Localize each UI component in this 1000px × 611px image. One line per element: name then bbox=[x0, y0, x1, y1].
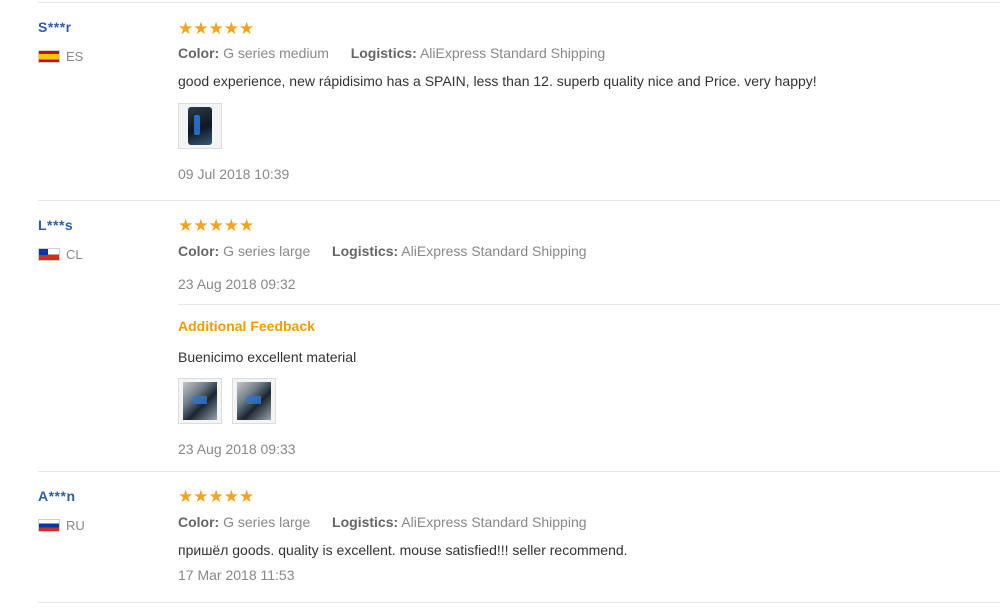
reviewer-name[interactable]: A***n bbox=[38, 488, 76, 504]
color-label: Color: bbox=[178, 45, 220, 61]
flag-cl-icon bbox=[38, 248, 60, 261]
review-text: пришёл goods. quality is excellent. mous… bbox=[178, 542, 628, 558]
product-image-icon bbox=[237, 382, 271, 420]
phone-image-icon bbox=[188, 107, 212, 145]
feedback-divider bbox=[178, 304, 1000, 305]
reviewer-country: ES bbox=[38, 49, 83, 64]
review-divider bbox=[38, 471, 1000, 472]
color-value: G series medium bbox=[223, 45, 329, 61]
review-divider bbox=[38, 200, 1000, 201]
country-code: ES bbox=[66, 49, 84, 64]
logistics-value: AliExpress Standard Shipping bbox=[401, 243, 587, 259]
review-photo-thumbnail[interactable] bbox=[178, 378, 222, 424]
review-date: 17 Mar 2018 11:53 bbox=[178, 567, 295, 583]
logistics-value: AliExpress Standard Shipping bbox=[401, 514, 587, 530]
reviewer-country: CL bbox=[38, 247, 83, 262]
logistics-label: Logistics: bbox=[350, 45, 417, 61]
reviewer-country: RU bbox=[38, 518, 85, 533]
review-date: 09 Jul 2018 10:39 bbox=[178, 166, 290, 182]
additional-feedback-date: 23 Aug 2018 09:33 bbox=[178, 441, 296, 457]
additional-feedback-text: Buenicimo excellent material bbox=[178, 349, 357, 365]
reviewer-name[interactable]: L***s bbox=[38, 217, 73, 233]
logistics-label: Logistics: bbox=[332, 243, 399, 259]
star-rating: ★★★★★ bbox=[178, 19, 255, 38]
reviewer-name[interactable]: S***r bbox=[38, 19, 72, 35]
review-meta: Color: G series medium Logistics: AliExp… bbox=[178, 45, 605, 61]
review-photo-thumbnail[interactable] bbox=[178, 103, 222, 149]
color-value: G series large bbox=[223, 243, 311, 259]
flag-es-icon bbox=[38, 50, 60, 63]
review-date: 23 Aug 2018 09:32 bbox=[178, 276, 296, 292]
review-meta: Color: G series large Logistics: AliExpr… bbox=[178, 243, 587, 259]
logistics-value: AliExpress Standard Shipping bbox=[419, 45, 606, 61]
top-divider bbox=[38, 2, 1000, 3]
color-label: Color: bbox=[178, 514, 220, 530]
color-label: Color: bbox=[178, 243, 220, 259]
additional-feedback-heading: Additional Feedback bbox=[178, 318, 315, 334]
review-photo-thumbnail[interactable] bbox=[232, 378, 276, 424]
color-value: G series large bbox=[223, 514, 311, 530]
star-rating: ★★★★★ bbox=[178, 487, 255, 506]
country-code: CL bbox=[66, 247, 83, 262]
flag-ru-icon bbox=[38, 519, 60, 532]
logistics-label: Logistics: bbox=[332, 514, 399, 530]
product-image-icon bbox=[183, 382, 217, 420]
review-text: good experience, new rápidisimo has a SP… bbox=[178, 73, 817, 89]
review-divider bbox=[38, 602, 1000, 603]
star-rating: ★★★★★ bbox=[178, 216, 255, 235]
country-code: RU bbox=[66, 518, 85, 533]
review-meta: Color: G series large Logistics: AliExpr… bbox=[178, 514, 587, 530]
